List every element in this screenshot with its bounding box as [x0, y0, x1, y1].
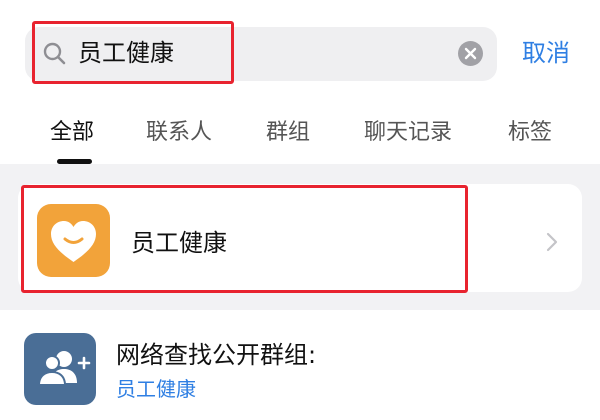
search-bar: 员工健康 取消 — [0, 0, 600, 104]
tab-all[interactable]: 全部 — [50, 119, 94, 147]
public-group-query: 员工健康 — [116, 377, 196, 401]
add-group-icon — [24, 333, 96, 405]
highlight-box-search — [32, 21, 234, 84]
highlight-box-result — [21, 185, 468, 293]
tab-chat-history[interactable]: 聊天记录 — [364, 119, 452, 147]
search-category-tabs: 全部 联系人 群组 聊天记录 标签 — [0, 104, 600, 164]
public-group-title: 网络查找公开群组: — [116, 341, 317, 369]
clear-icon[interactable] — [458, 41, 483, 66]
tab-groups[interactable]: 群组 — [266, 119, 310, 147]
tab-tags[interactable]: 标签 — [508, 119, 552, 147]
tab-contacts[interactable]: 联系人 — [146, 119, 212, 147]
chevron-right-icon — [545, 232, 559, 256]
cancel-button[interactable]: 取消 — [522, 38, 570, 68]
